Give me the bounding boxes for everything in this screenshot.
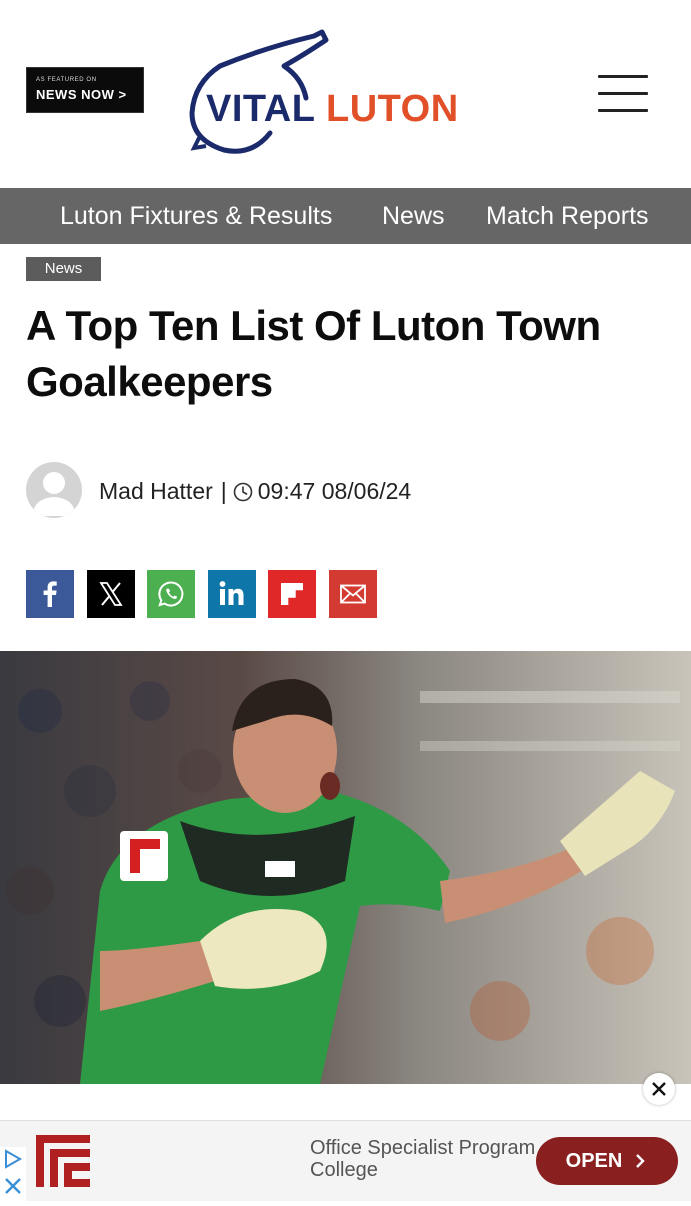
article-title: A Top Ten List Of Luton Town Goalkeepers xyxy=(26,302,601,405)
logo-vital-text: VITAL xyxy=(206,88,316,130)
goalkeeper-photo xyxy=(0,651,691,1084)
ad-text: Office Specialist Program College xyxy=(310,1137,540,1181)
share-flipboard-button[interactable] xyxy=(268,570,316,618)
ad-open-button[interactable]: OPEN xyxy=(536,1137,678,1185)
facebook-icon xyxy=(43,581,57,607)
logo-luton-text: LUTON xyxy=(326,88,459,130)
publish-timestamp: 09:47 08/06/24 xyxy=(257,478,412,504)
ad-text-line2: College xyxy=(310,1159,378,1181)
advertiser-logo xyxy=(34,1133,92,1189)
author-name[interactable]: Mad Hatter xyxy=(99,478,213,505)
share-linkedin-button[interactable] xyxy=(208,570,256,618)
ad-text-line1: Office Specialist Program xyxy=(310,1137,536,1159)
share-email-button[interactable] xyxy=(329,570,377,618)
ad-banner[interactable]: Office Specialist Program College OPEN xyxy=(0,1120,691,1201)
ad-choices[interactable] xyxy=(0,1147,26,1201)
nav-item-news[interactable]: News xyxy=(382,202,445,231)
newsnow-badge-caption: AS FEATURED ON xyxy=(36,77,97,83)
hamburger-menu-icon[interactable] xyxy=(598,75,648,113)
flipboard-icon xyxy=(281,583,303,605)
clock-icon xyxy=(233,482,253,501)
category-tag[interactable]: News xyxy=(26,257,101,281)
author-avatar[interactable] xyxy=(26,462,82,518)
ad-choices-icon xyxy=(5,1149,23,1194)
advertiser-logo-icon xyxy=(34,1133,92,1189)
hero-image xyxy=(0,651,691,1084)
nav-item-match-reports[interactable]: Match Reports xyxy=(486,202,649,231)
main-nav: Luton Fixtures & Results News Match Repo… xyxy=(0,188,691,244)
site-header: AS FEATURED ON NEWS NOW > VITAL LUTON xyxy=(0,0,691,188)
site-logo[interactable]: VITAL LUTON xyxy=(184,28,458,158)
chevron-right-icon xyxy=(636,1154,646,1168)
linkedin-icon xyxy=(219,581,244,605)
whatsapp-icon xyxy=(158,581,184,607)
close-icon xyxy=(652,1082,666,1096)
nav-item-fixtures[interactable]: Luton Fixtures & Results xyxy=(60,202,332,231)
byline-separator: | xyxy=(220,478,227,504)
share-whatsapp-button[interactable] xyxy=(147,570,195,618)
ad-open-label: OPEN xyxy=(565,1149,623,1172)
user-silhouette-icon xyxy=(32,472,76,516)
share-facebook-button[interactable] xyxy=(26,570,74,618)
x-logo-icon xyxy=(99,582,123,606)
newsnow-badge[interactable]: AS FEATURED ON NEWS NOW > xyxy=(26,67,144,113)
byline: Mad Hatter | 09:47 08/06/24 xyxy=(99,478,411,505)
email-icon xyxy=(340,584,366,604)
close-ad-button[interactable] xyxy=(643,1073,675,1105)
newsnow-badge-label: NEWS NOW > xyxy=(36,87,127,102)
share-x-button[interactable] xyxy=(87,570,135,618)
